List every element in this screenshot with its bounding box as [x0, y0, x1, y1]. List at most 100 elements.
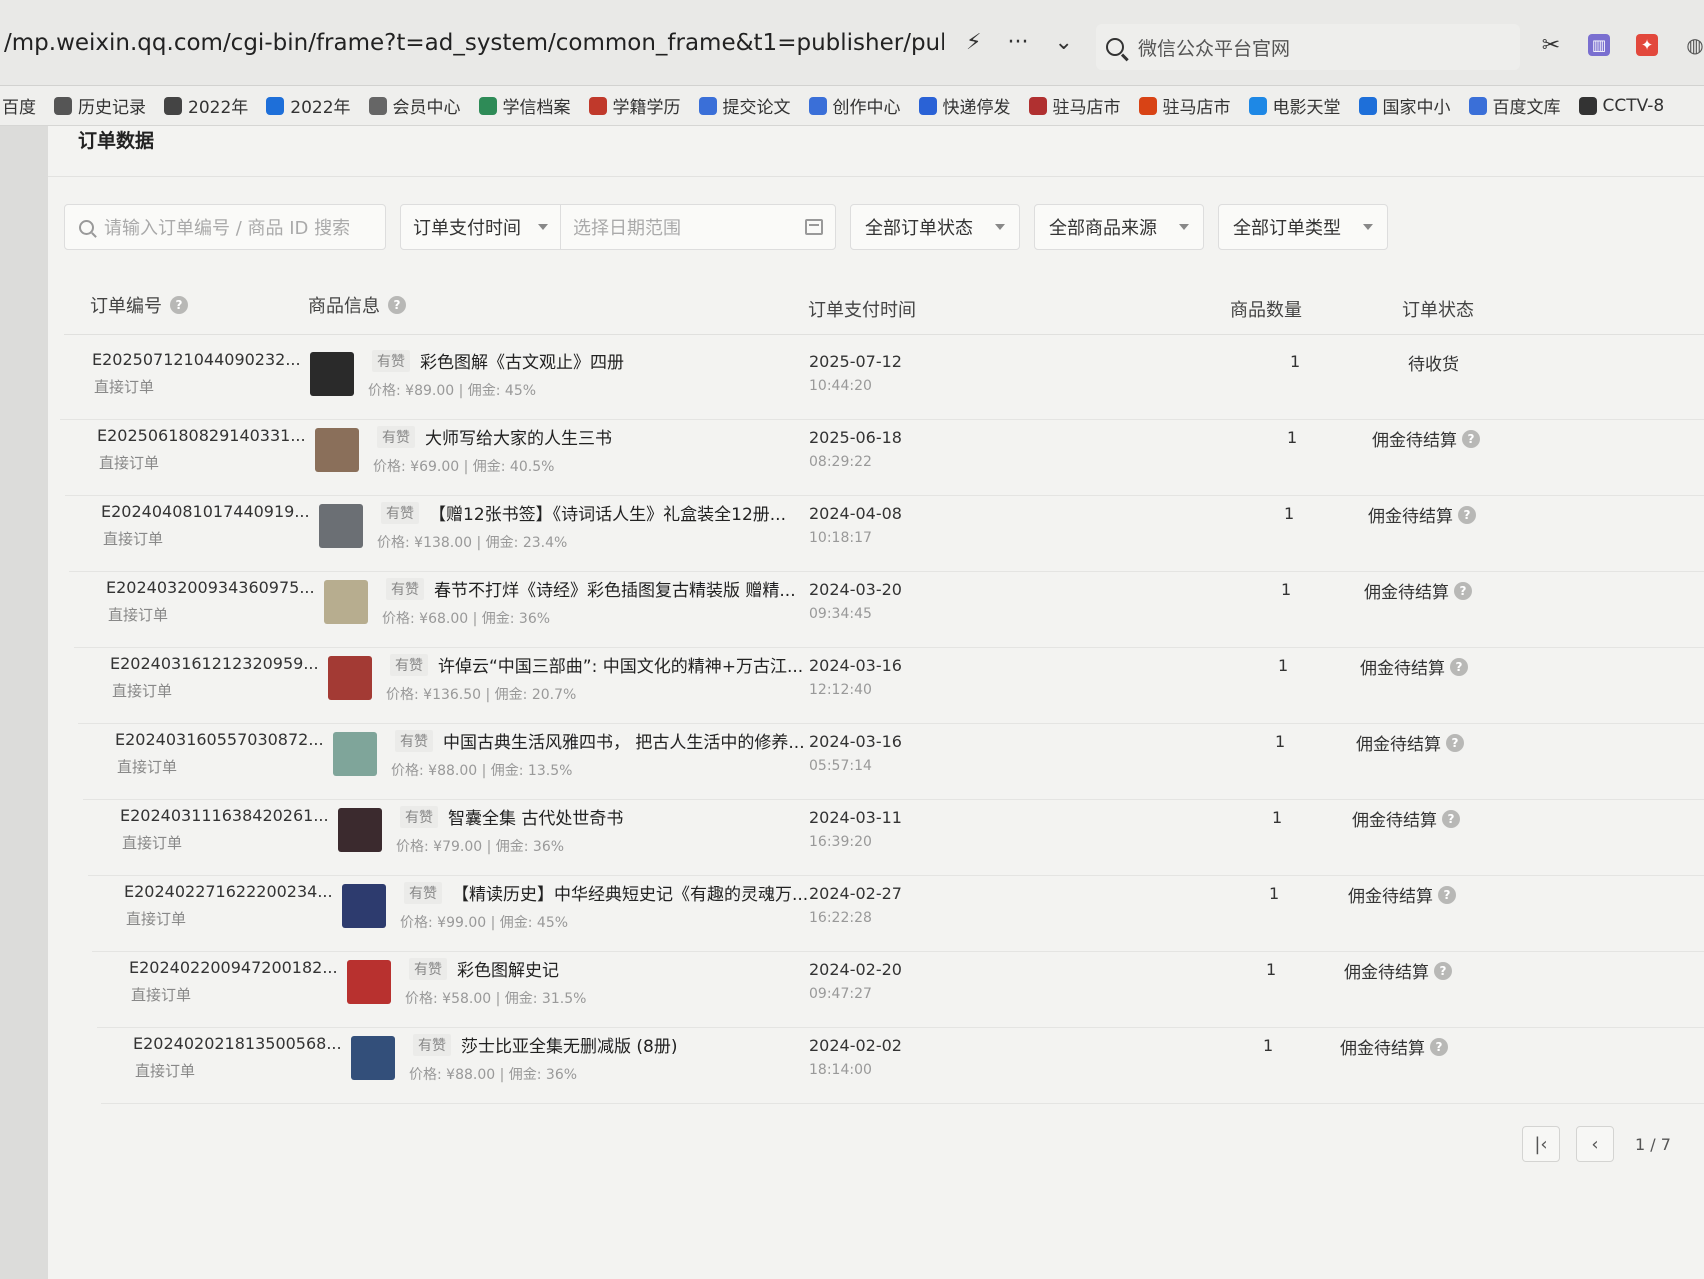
- bookmark-item[interactable]: 百度文库: [1468, 93, 1561, 118]
- table-row[interactable]: E202402271622200234... 直接订单 有赞 【精读历史】中华经典短史…: [0, 876, 1704, 952]
- help-icon[interactable]: ?: [1442, 809, 1460, 828]
- caret-down-icon: [538, 224, 548, 230]
- column-status: 订单状态: [1402, 300, 1474, 321]
- table-row[interactable]: E202404081017440919... 直接订单 有赞 【赠12张书签】《诗词话…: [0, 496, 1704, 572]
- bookmark-item[interactable]: 学信档案: [478, 93, 571, 118]
- quantity: 1: [1290, 352, 1301, 371]
- goods-thumbnail[interactable]: [328, 656, 372, 700]
- order-id: E202402271622200234...: [124, 882, 333, 901]
- table-row[interactable]: E202506180829140331... 直接订单 有赞 大师写给大家的人生三书价…: [0, 420, 1704, 496]
- bookmark-icon: [588, 96, 607, 115]
- browser-search-box[interactable]: 微信公众平台官网: [1096, 24, 1520, 70]
- url-field[interactable]: /mp.weixin.qq.com/cgi-bin/frame?t=ad_sys…: [4, 30, 944, 56]
- bookmark-item[interactable]: 百度: [2, 93, 36, 118]
- bookmark-label: 驻马店市: [1052, 98, 1121, 118]
- bookmarks-bar: 百度 历史记录 2022年 2022年 会员中心 学信档案 学籍学历 提交论文 创作中心 快递停发…: [0, 86, 1704, 126]
- bookmark-item[interactable]: 驻马店市: [1138, 93, 1231, 118]
- pay-time: 18:14:00: [809, 1062, 872, 1078]
- goods-name: 彩色图解史记: [457, 961, 559, 981]
- goods-thumbnail[interactable]: [324, 580, 368, 624]
- goods-thumbnail[interactable]: [315, 428, 359, 472]
- goods-thumbnail[interactable]: [310, 352, 354, 396]
- order-id: E202404081017440919...: [101, 502, 310, 521]
- game-extension-icon[interactable]: ✦: [1636, 34, 1658, 56]
- goods-source-select[interactable]: 全部商品来源: [1034, 204, 1204, 250]
- bookmark-label: 学籍学历: [612, 98, 681, 118]
- goods-thumbnail[interactable]: [338, 808, 382, 852]
- pay-time: 12:12:40: [809, 682, 872, 698]
- table-row[interactable]: E202403161212320959... 直接订单 有赞 许倬云“中国三部曲”: …: [0, 648, 1704, 724]
- more-icon[interactable]: ···: [1007, 30, 1028, 55]
- order-status-select[interactable]: 全部订单状态: [850, 204, 1020, 250]
- source-tag: 有赞: [372, 350, 410, 372]
- bookmark-item[interactable]: 提交论文: [698, 93, 791, 118]
- quantity: 1: [1275, 732, 1286, 751]
- table-row[interactable]: E202403160557030872... 直接订单 有赞 中国古典生活风雅四书， …: [0, 724, 1704, 800]
- table-row[interactable]: E202402200947200182... 直接订单 有赞 彩色图解史记 价格: ¥5…: [0, 952, 1704, 1028]
- order-id: E202506180829140331...: [97, 426, 306, 445]
- help-icon[interactable]: ?: [1450, 657, 1468, 676]
- source-tag: 有赞: [400, 806, 438, 828]
- bookmark-label: 历史记录: [78, 98, 146, 118]
- goods-thumbnail[interactable]: [319, 504, 363, 548]
- date-type-select[interactable]: 订单支付时间: [401, 205, 561, 249]
- extension-icon[interactable]: ▥: [1588, 34, 1610, 56]
- source-tag: 有赞: [381, 502, 419, 524]
- date-type-label: 订单支付时间: [413, 218, 521, 239]
- goods-name: 【精读历史】中华经典短史记《有趣的灵魂万...: [452, 885, 809, 905]
- goods-meta: 价格: ¥138.00 | 佣金: 23.4%: [377, 535, 568, 551]
- lightning-icon[interactable]: ⚡: [966, 30, 981, 55]
- help-icon[interactable]: ?: [1430, 1037, 1448, 1056]
- first-page-button[interactable]: |‹: [1522, 1126, 1560, 1162]
- bookmark-item[interactable]: CCTV-8: [1578, 96, 1664, 116]
- source-tag: 有赞: [395, 730, 433, 752]
- help-icon[interactable]: ?: [1458, 505, 1476, 524]
- order-type-select[interactable]: 全部订单类型: [1218, 204, 1388, 250]
- goods-thumbnail[interactable]: [333, 732, 377, 776]
- pay-date: 2024-04-08: [809, 504, 902, 523]
- table-row[interactable]: E202402021813500568... 直接订单 有赞 莎士比亚全集无删减版 (…: [0, 1028, 1704, 1104]
- scissors-icon[interactable]: ✂: [1540, 33, 1562, 58]
- order-status: 佣金待结算?: [1360, 654, 1468, 679]
- help-icon[interactable]: ?: [1462, 429, 1480, 448]
- bookmark-item[interactable]: 历史记录: [54, 93, 146, 118]
- pay-date: 2024-03-16: [809, 732, 902, 751]
- prev-page-button[interactable]: ‹: [1576, 1126, 1614, 1162]
- help-icon[interactable]: ?: [1438, 885, 1456, 904]
- help-icon[interactable]: ?: [1454, 581, 1472, 600]
- help-icon[interactable]: ?: [170, 296, 188, 314]
- goods-thumbnail[interactable]: [351, 1036, 395, 1080]
- help-icon[interactable]: ?: [1446, 733, 1464, 752]
- goods-meta: 价格: ¥99.00 | 佣金: 45%: [400, 915, 569, 931]
- table-row[interactable]: E202403200934360975... 直接订单 有赞 春节不打烊《诗经》彩色插…: [0, 572, 1704, 648]
- goods-thumbnail[interactable]: [342, 884, 386, 928]
- bookmark-item[interactable]: 2022年: [164, 93, 248, 118]
- chevron-down-icon[interactable]: ⌄: [1054, 30, 1072, 55]
- next-page-button[interactable]: ›: [1692, 1126, 1704, 1162]
- order-search-input[interactable]: 请输入订单编号 / 商品 ID 搜索: [64, 204, 386, 250]
- goods-thumbnail[interactable]: [347, 960, 391, 1004]
- globe-icon[interactable]: ◍: [1684, 33, 1704, 57]
- order-status-label: 佣金待结算: [1344, 963, 1429, 983]
- table-row[interactable]: E202403111638420261... 直接订单 有赞 智囊全集 古代处世奇书价…: [0, 800, 1704, 876]
- bookmark-item[interactable]: 驻马店市: [1028, 93, 1121, 118]
- source-tag: 有赞: [386, 578, 424, 600]
- bookmark-item[interactable]: 快递停发: [918, 93, 1011, 118]
- table-row[interactable]: E202507121044090232... 直接订单 有赞 彩色图解《古文观止》四册…: [0, 344, 1704, 420]
- bookmark-label: 国家中小: [1382, 98, 1451, 118]
- goods-meta: 价格: ¥69.00 | 佣金: 40.5%: [373, 459, 555, 475]
- help-icon[interactable]: ?: [388, 296, 406, 314]
- bookmark-item[interactable]: 2022年: [266, 93, 351, 118]
- order-type: 直接订单: [94, 378, 155, 396]
- goods-meta: 价格: ¥136.50 | 佣金: 20.7%: [386, 687, 577, 703]
- date-range-picker[interactable]: 选择日期范围: [561, 205, 835, 249]
- bookmark-icon: [1028, 96, 1047, 115]
- bookmark-item[interactable]: 学籍学历: [588, 93, 681, 118]
- bookmark-item[interactable]: 会员中心: [368, 93, 461, 118]
- bookmark-item[interactable]: 创作中心: [808, 93, 901, 118]
- help-icon[interactable]: ?: [1434, 961, 1452, 980]
- bookmark-item[interactable]: 国家中小: [1358, 93, 1451, 118]
- goods-source-label: 全部商品来源: [1049, 218, 1157, 239]
- bookmark-item[interactable]: 电影天堂: [1248, 93, 1341, 118]
- bookmark-icon: [1468, 96, 1487, 115]
